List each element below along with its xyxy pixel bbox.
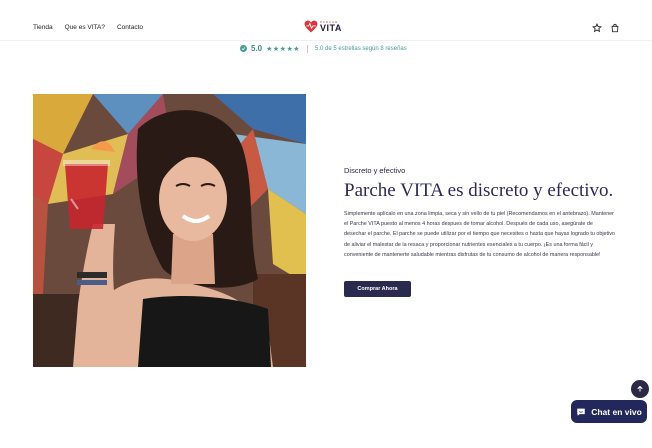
verified-check-icon [240,45,247,52]
product-lifestyle-image [33,94,306,367]
section-title: Parche VITA es discreto y efectivo. [344,180,614,201]
site-logo[interactable]: PARCHE VITA [304,20,342,33]
section-eyebrow: Discreto y efectivo [344,166,406,175]
rating-score: 5.0 [251,44,263,53]
live-chat-button[interactable]: Chat en vivo [571,400,647,423]
main-nav: Tienda Que es VITA? Contacto [33,24,143,31]
nav-link-contacto[interactable]: Contacto [117,24,143,31]
scroll-to-top-button[interactable] [631,380,649,398]
bag-icon[interactable] [610,23,620,33]
buy-now-button[interactable]: Comprar Ahora [344,281,411,297]
rating-divider [307,44,309,53]
live-chat-label: Chat en vivo [591,406,642,417]
star-icon[interactable] [592,23,602,33]
logo-brand-text: VITA [320,22,342,33]
nav-link-tienda[interactable]: Tienda [33,24,53,31]
rating-stars: ★★★★★ [266,45,301,53]
nav-link-que-es-vita[interactable]: Que es VITA? [65,24,105,31]
heart-logo-icon [304,20,318,33]
arrow-up-icon [637,385,643,392]
section-body: Simplemente aplícalo en una zona limpia,… [344,211,615,258]
site-header: Tienda Que es VITA? Contacto PARCHE VITA [0,0,652,41]
rating-summary[interactable]: 5.0 ★★★★★ 5.0 de 5 estrellas según 8 res… [240,44,407,53]
rating-text: 5.0 de 5 estrellas según 8 reseñas [315,45,407,52]
chat-bubble-icon [577,408,585,416]
